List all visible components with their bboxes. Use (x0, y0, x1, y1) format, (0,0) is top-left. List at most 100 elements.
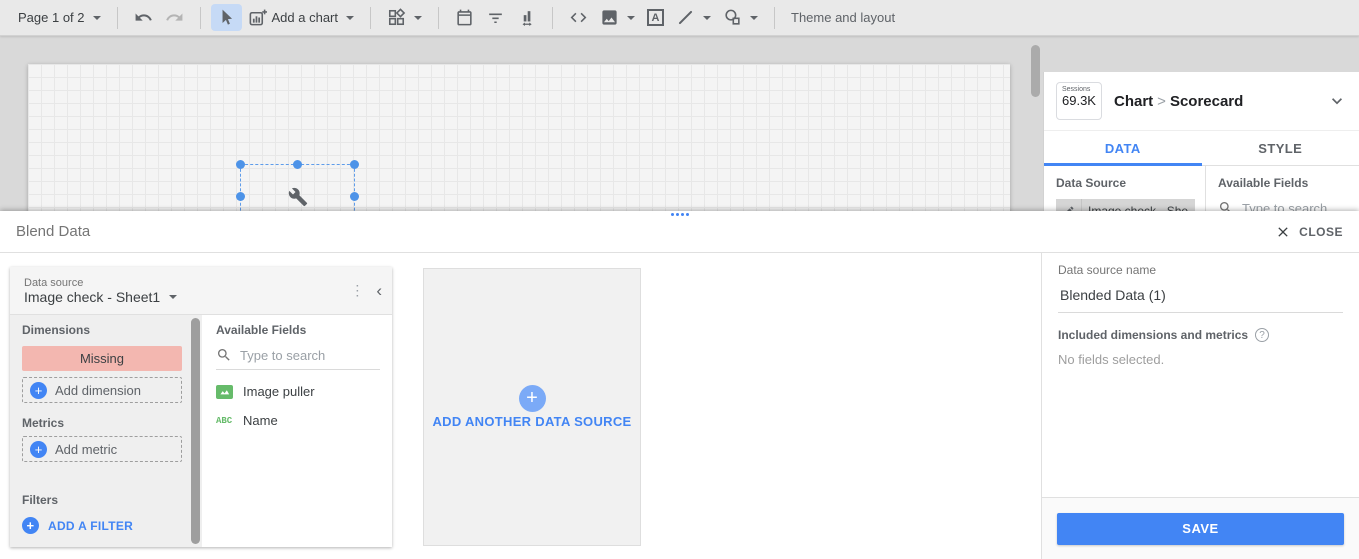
chevron-down-icon (414, 15, 422, 20)
text-tool-button[interactable]: A (641, 5, 670, 30)
data-control-button[interactable] (511, 4, 542, 31)
fields-search-input[interactable] (1242, 200, 1349, 211)
dimensions-label: Dimensions (22, 323, 91, 337)
resize-handle[interactable] (236, 192, 245, 201)
properties-panel: Sessions 69.3K Chart > Scorecard DATA STYL… (1043, 72, 1359, 211)
help-icon[interactable]: ? (1255, 328, 1270, 342)
no-fields-text: No fields selected. (1058, 352, 1165, 367)
wrench-icon (288, 187, 307, 207)
divider (370, 6, 371, 29)
data-source-column: Data Source Image check - She... + BLEND… (1044, 166, 1206, 211)
image-field-icon (216, 384, 233, 399)
theme-layout-button[interactable]: Theme and layout (785, 6, 901, 29)
collapse-chevron-icon[interactable]: ‹ (372, 281, 386, 301)
image-tool-button[interactable] (594, 4, 641, 31)
data-source-name-input[interactable]: Blended Data (1) (1058, 277, 1343, 313)
chevron-down-icon (703, 15, 711, 20)
report-canvas[interactable] (28, 64, 1010, 211)
divider (199, 6, 201, 29)
vertical-scrollbar[interactable] (1031, 45, 1040, 97)
panel-columns: Data Source Image check - She... + BLEND… (1044, 166, 1359, 211)
workspace: Sessions 69.3K Chart > Scorecard DATA STYL… (0, 36, 1359, 211)
data-source-label: Data Source (1056, 176, 1127, 190)
filter-control-button[interactable] (480, 4, 511, 31)
cursor-icon (222, 9, 232, 25)
resize-handle[interactable] (292, 160, 302, 169)
chevron-down-icon (92, 15, 101, 20)
plus-icon: + (30, 440, 47, 458)
close-button[interactable]: CLOSE (1275, 224, 1343, 240)
source-selector[interactable]: Data source Image check - Sheet1 (24, 276, 178, 305)
add-filter-label: ADD A FILTER (48, 518, 134, 533)
missing-dimension-chip[interactable]: Missing (22, 346, 182, 371)
blend-data-panel: Blend Data CLOSE Data source Image check… (0, 211, 1359, 559)
field-list-item[interactable]: Image puller (216, 384, 380, 399)
available-fields-label: Available Fields (1218, 176, 1309, 190)
add-filter-button[interactable]: + ADD A FILTER (22, 517, 182, 534)
available-fields-label: Available Fields (216, 323, 307, 337)
blend-settings-panel: Data source name Blended Data (1) Includ… (1041, 253, 1359, 559)
image-icon (602, 10, 617, 25)
chevron-down-icon[interactable] (1327, 91, 1347, 111)
select-tool-button[interactable] (210, 4, 242, 31)
community-visualizations-button[interactable] (381, 4, 428, 31)
source-card-body: Dimensions Missing + Add dimension Metri… (10, 315, 392, 547)
selected-chart-element[interactable] (236, 160, 359, 211)
data-control-icon (522, 11, 532, 26)
source-label: Data source (24, 276, 84, 289)
fields-search (1218, 200, 1349, 211)
data-source-chip[interactable]: Image check - She... (1082, 199, 1195, 211)
date-range-control-button[interactable] (449, 4, 480, 31)
page-selector-label: Page 1 of 2 (18, 10, 85, 25)
embed-url-button[interactable] (563, 4, 594, 31)
close-icon (1278, 226, 1288, 237)
text-box-icon: A (647, 9, 664, 26)
breadcrumb-type: Chart (1114, 92, 1154, 110)
add-another-data-source-button[interactable]: + ADD ANOTHER DATA SOURCE (423, 268, 641, 546)
search-icon (218, 349, 230, 361)
tab-data[interactable]: DATA (1044, 131, 1202, 166)
more-options-icon[interactable]: ⋮ (348, 282, 366, 299)
chart-header: Sessions 69.3K Chart > Scorecard (1044, 72, 1359, 130)
source-card-header: Data source Image check - Sheet1 ⋮ ‹ (10, 267, 392, 315)
chevron-down-icon (346, 15, 354, 20)
shape-tool-button[interactable] (717, 4, 764, 31)
card-fields-search-input[interactable] (240, 347, 380, 363)
panel-drag-handle[interactable] (670, 213, 689, 216)
plus-icon: + (518, 385, 546, 412)
code-icon (570, 12, 587, 23)
dimensions-column: Dimensions Missing + Add dimension Metri… (10, 315, 202, 547)
calendar-icon (457, 9, 472, 26)
filters-label: Filters (22, 493, 59, 507)
chevron-down-icon (750, 15, 758, 20)
data-source-row: Image check - She... (1056, 199, 1195, 211)
included-fields-label: Included dimensions and metrics (1058, 328, 1249, 342)
breadcrumb: Chart > Scorecard (1114, 93, 1243, 110)
text-field-icon: ABC (216, 415, 233, 426)
blend-panel-title: Blend Data (16, 223, 91, 240)
add-chart-button[interactable]: Add a chart (242, 4, 361, 31)
column-scrollbar[interactable] (191, 318, 200, 544)
resize-handle[interactable] (236, 160, 245, 169)
resize-handle[interactable] (350, 160, 359, 169)
field-name: Name (243, 413, 278, 428)
redo-button[interactable] (159, 4, 190, 31)
field-name: Image puller (243, 384, 315, 399)
add-metric-button[interactable]: + Add metric (22, 436, 182, 462)
resize-handle[interactable] (350, 192, 359, 201)
field-list-item[interactable]: ABC Name (216, 413, 380, 428)
tab-style[interactable]: STYLE (1202, 131, 1359, 165)
edit-data-source-button[interactable] (1056, 199, 1082, 211)
divider (774, 6, 775, 29)
divider (116, 6, 118, 29)
undo-button[interactable] (128, 4, 159, 31)
line-tool-button[interactable] (670, 4, 717, 31)
add-chart-icon (249, 9, 267, 26)
chevron-down-icon (169, 294, 178, 299)
page-selector[interactable]: Page 1 of 2 (12, 6, 107, 29)
line-icon (678, 10, 693, 25)
save-button[interactable]: SAVE (1057, 512, 1344, 545)
plus-icon: + (30, 381, 47, 399)
add-dimension-button[interactable]: + Add dimension (22, 377, 182, 403)
card-available-fields-column: Available Fields Image puller ABC Name (202, 315, 392, 547)
